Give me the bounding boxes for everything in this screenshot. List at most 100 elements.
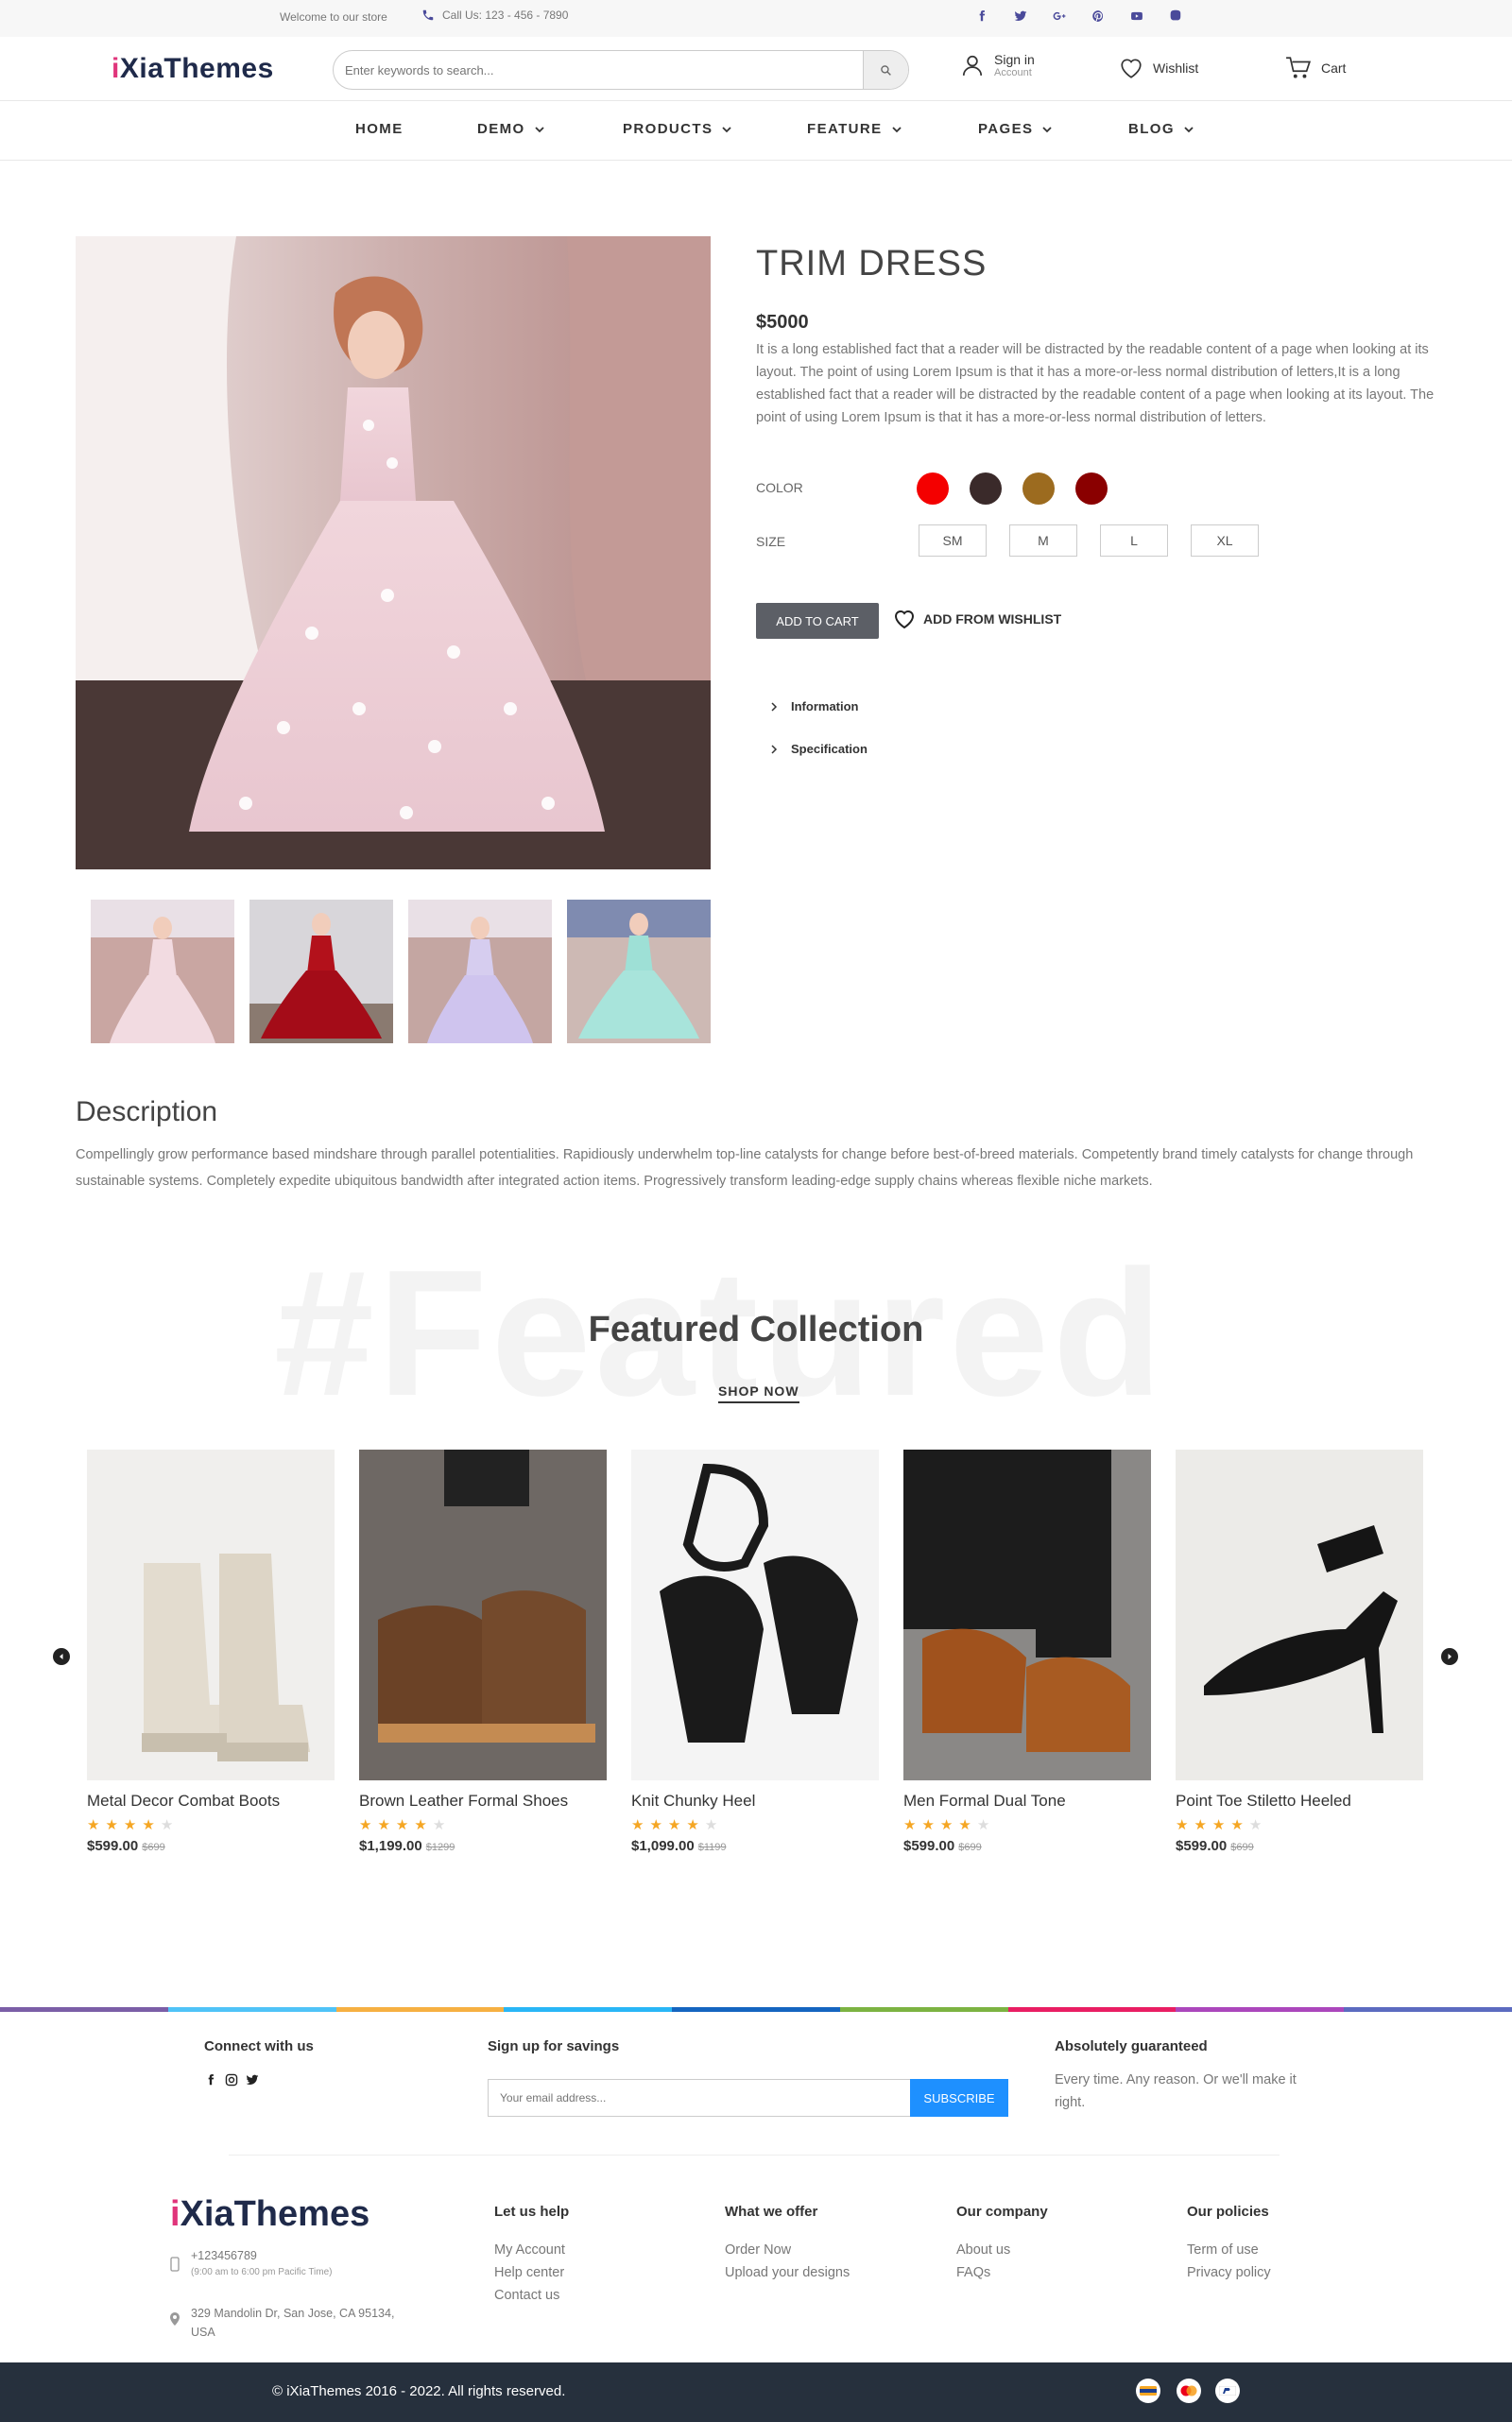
signin-link[interactable]: Sign in Account xyxy=(960,52,1035,78)
phone-number: +123456789 xyxy=(191,2249,257,2262)
heart-icon xyxy=(894,610,915,629)
color-label: COLOR xyxy=(756,480,803,495)
nav-feature[interactable]: FEATURE xyxy=(807,121,902,137)
footer-logo-prefix: i xyxy=(170,2194,180,2234)
add-wishlist-button[interactable]: ADD FROM WISHLIST xyxy=(893,609,1061,629)
color-swatch-gold[interactable] xyxy=(1022,472,1055,505)
top-bar xyxy=(0,0,1512,37)
rainbow-segment xyxy=(672,2007,840,2012)
product-name[interactable]: Knit Chunky Heel xyxy=(631,1792,879,1811)
rainbow-segment xyxy=(1176,2007,1345,2012)
email-field[interactable] xyxy=(489,2080,910,2116)
size-m[interactable]: M xyxy=(1009,524,1077,557)
welcome-text: Welcome to our store xyxy=(280,10,387,24)
instagram-icon[interactable] xyxy=(225,2073,238,2087)
footer-link-contact-us[interactable]: Contact us xyxy=(494,2284,569,2307)
rating-stars: ★ ★ ★ ★ ★ xyxy=(359,1818,607,1832)
product-image[interactable] xyxy=(359,1450,607,1780)
star-icon: ★ xyxy=(123,1817,137,1833)
google-plus-icon[interactable] xyxy=(1053,9,1066,23)
price-old: $1199 xyxy=(697,1842,727,1853)
footer-link-order-now[interactable]: Order Now xyxy=(725,2239,850,2261)
nav-products[interactable]: PRODUCTS xyxy=(623,121,732,137)
product-price: $599.00 $699 xyxy=(1176,1838,1423,1854)
star-icon: ★ xyxy=(359,1817,372,1833)
subscribe-button[interactable]: SUBSCRIBE xyxy=(910,2079,1008,2117)
nav-pages[interactable]: PAGES xyxy=(978,121,1053,137)
product-image[interactable] xyxy=(903,1450,1151,1780)
product-name[interactable]: Point Toe Stiletto Heeled xyxy=(1176,1792,1423,1811)
wishlist-link[interactable]: Wishlist xyxy=(1119,57,1198,79)
heart-icon xyxy=(1121,59,1142,78)
signin-sub: Account xyxy=(994,67,1032,78)
product-card[interactable]: Men Formal Dual Tone ★ ★ ★ ★ ★ $599.00 $699 xyxy=(903,1450,1151,1854)
product-name[interactable]: Metal Decor Combat Boots xyxy=(87,1792,335,1811)
main-nav xyxy=(0,100,1512,161)
product-thumbnail-lavender[interactable] xyxy=(408,900,552,1043)
footer-logo-rest: XiaThemes xyxy=(180,2194,370,2234)
facebook-icon[interactable] xyxy=(975,9,988,23)
nav-demo[interactable]: DEMO xyxy=(477,121,544,137)
product-image[interactable] xyxy=(1176,1450,1423,1780)
rainbow-segment xyxy=(335,2007,505,2012)
youtube-icon[interactable] xyxy=(1130,9,1143,23)
twitter-icon[interactable] xyxy=(246,2073,259,2087)
search-button[interactable] xyxy=(863,51,908,89)
star-icon: ★ xyxy=(631,1817,644,1833)
product-card[interactable]: Brown Leather Formal Shoes ★ ★ ★ ★ ★ $1,199.… xyxy=(359,1450,607,1854)
accordion-information-label: Information xyxy=(791,699,859,713)
add-to-cart-button[interactable]: ADD TO CART xyxy=(756,603,879,639)
search-input[interactable] xyxy=(334,51,863,89)
logo[interactable]: iXiaThemes xyxy=(112,53,274,85)
facebook-icon[interactable] xyxy=(204,2073,217,2087)
pinterest-icon[interactable] xyxy=(1091,9,1105,23)
twitter-icon[interactable] xyxy=(1014,9,1027,23)
footer-link-help-center[interactable]: Help center xyxy=(494,2261,569,2284)
footer-social xyxy=(204,2073,259,2087)
product-card[interactable]: Knit Chunky Heel ★ ★ ★ ★ ★ $1,099.00 $1199 xyxy=(631,1450,879,1854)
star-icon: ★ xyxy=(160,1817,174,1833)
footer-link-upload-designs[interactable]: Upload your designs xyxy=(725,2261,850,2284)
carousel-prev-button[interactable] xyxy=(53,1648,70,1665)
footer-link-my-account[interactable]: My Account xyxy=(494,2239,569,2261)
nav-blog[interactable]: BLOG xyxy=(1128,121,1194,137)
nav-home[interactable]: HOME xyxy=(355,121,404,137)
nav-home-label: HOME xyxy=(355,121,404,137)
footer-link-about-us[interactable]: About us xyxy=(956,2239,1048,2261)
product-image[interactable] xyxy=(87,1450,335,1780)
footer-link-faqs[interactable]: FAQs xyxy=(956,2261,1048,2284)
phone-hours: (9:00 am to 6:00 pm Pacific Time) xyxy=(191,2267,333,2277)
size-sm[interactable]: SM xyxy=(919,524,987,557)
footer-col-offer: What we offer Order Now Upload your desi… xyxy=(725,2204,850,2284)
logo-rest: XiaThemes xyxy=(119,53,274,84)
address-text: 329 Mandolin Dr, San Jose, CA 95134, USA xyxy=(191,2307,395,2339)
accordion-specification[interactable]: Specification xyxy=(770,742,868,756)
cart-link[interactable]: Cart xyxy=(1285,56,1346,80)
color-swatch-maroon[interactable] xyxy=(1075,472,1108,505)
footer-logo[interactable]: iXiaThemes xyxy=(170,2194,369,2235)
footer-link-term-of-use[interactable]: Term of use xyxy=(1187,2239,1271,2261)
product-card[interactable]: Metal Decor Combat Boots ★ ★ ★ ★ ★ $599.00 $6… xyxy=(87,1450,335,1854)
color-swatch-red[interactable] xyxy=(917,472,949,505)
product-name[interactable]: Brown Leather Formal Shoes xyxy=(359,1792,607,1811)
product-card[interactable]: Point Toe Stiletto Heeled ★ ★ ★ ★ ★ $599.00 $… xyxy=(1176,1450,1423,1854)
size-xl[interactable]: XL xyxy=(1191,524,1259,557)
accordion-information[interactable]: Information xyxy=(770,699,859,713)
product-thumbnail-mint[interactable] xyxy=(567,900,711,1043)
size-l[interactable]: L xyxy=(1100,524,1168,557)
shop-now-link[interactable]: SHOP NOW xyxy=(718,1383,799,1403)
color-swatch-dark-brown[interactable] xyxy=(970,472,1002,505)
product-name[interactable]: Men Formal Dual Tone xyxy=(903,1792,1151,1811)
product-thumbnail-pink[interactable] xyxy=(91,900,234,1043)
chevron-down-icon xyxy=(534,126,544,132)
product-price: $599.00 $699 xyxy=(87,1838,335,1854)
product-image[interactable] xyxy=(631,1450,879,1780)
description-text: Compellingly grow performance based mind… xyxy=(76,1147,1414,1189)
product-price: $1,099.00 $1199 xyxy=(631,1838,879,1854)
instagram-icon[interactable] xyxy=(1169,9,1182,23)
guarantee-heading: Absolutely guaranteed xyxy=(1055,2038,1208,2054)
product-thumbnail-red[interactable] xyxy=(249,900,393,1043)
carousel-next-button[interactable] xyxy=(1441,1648,1458,1665)
footer-link-privacy-policy[interactable]: Privacy policy xyxy=(1187,2261,1271,2284)
chevron-down-icon xyxy=(1184,126,1194,132)
